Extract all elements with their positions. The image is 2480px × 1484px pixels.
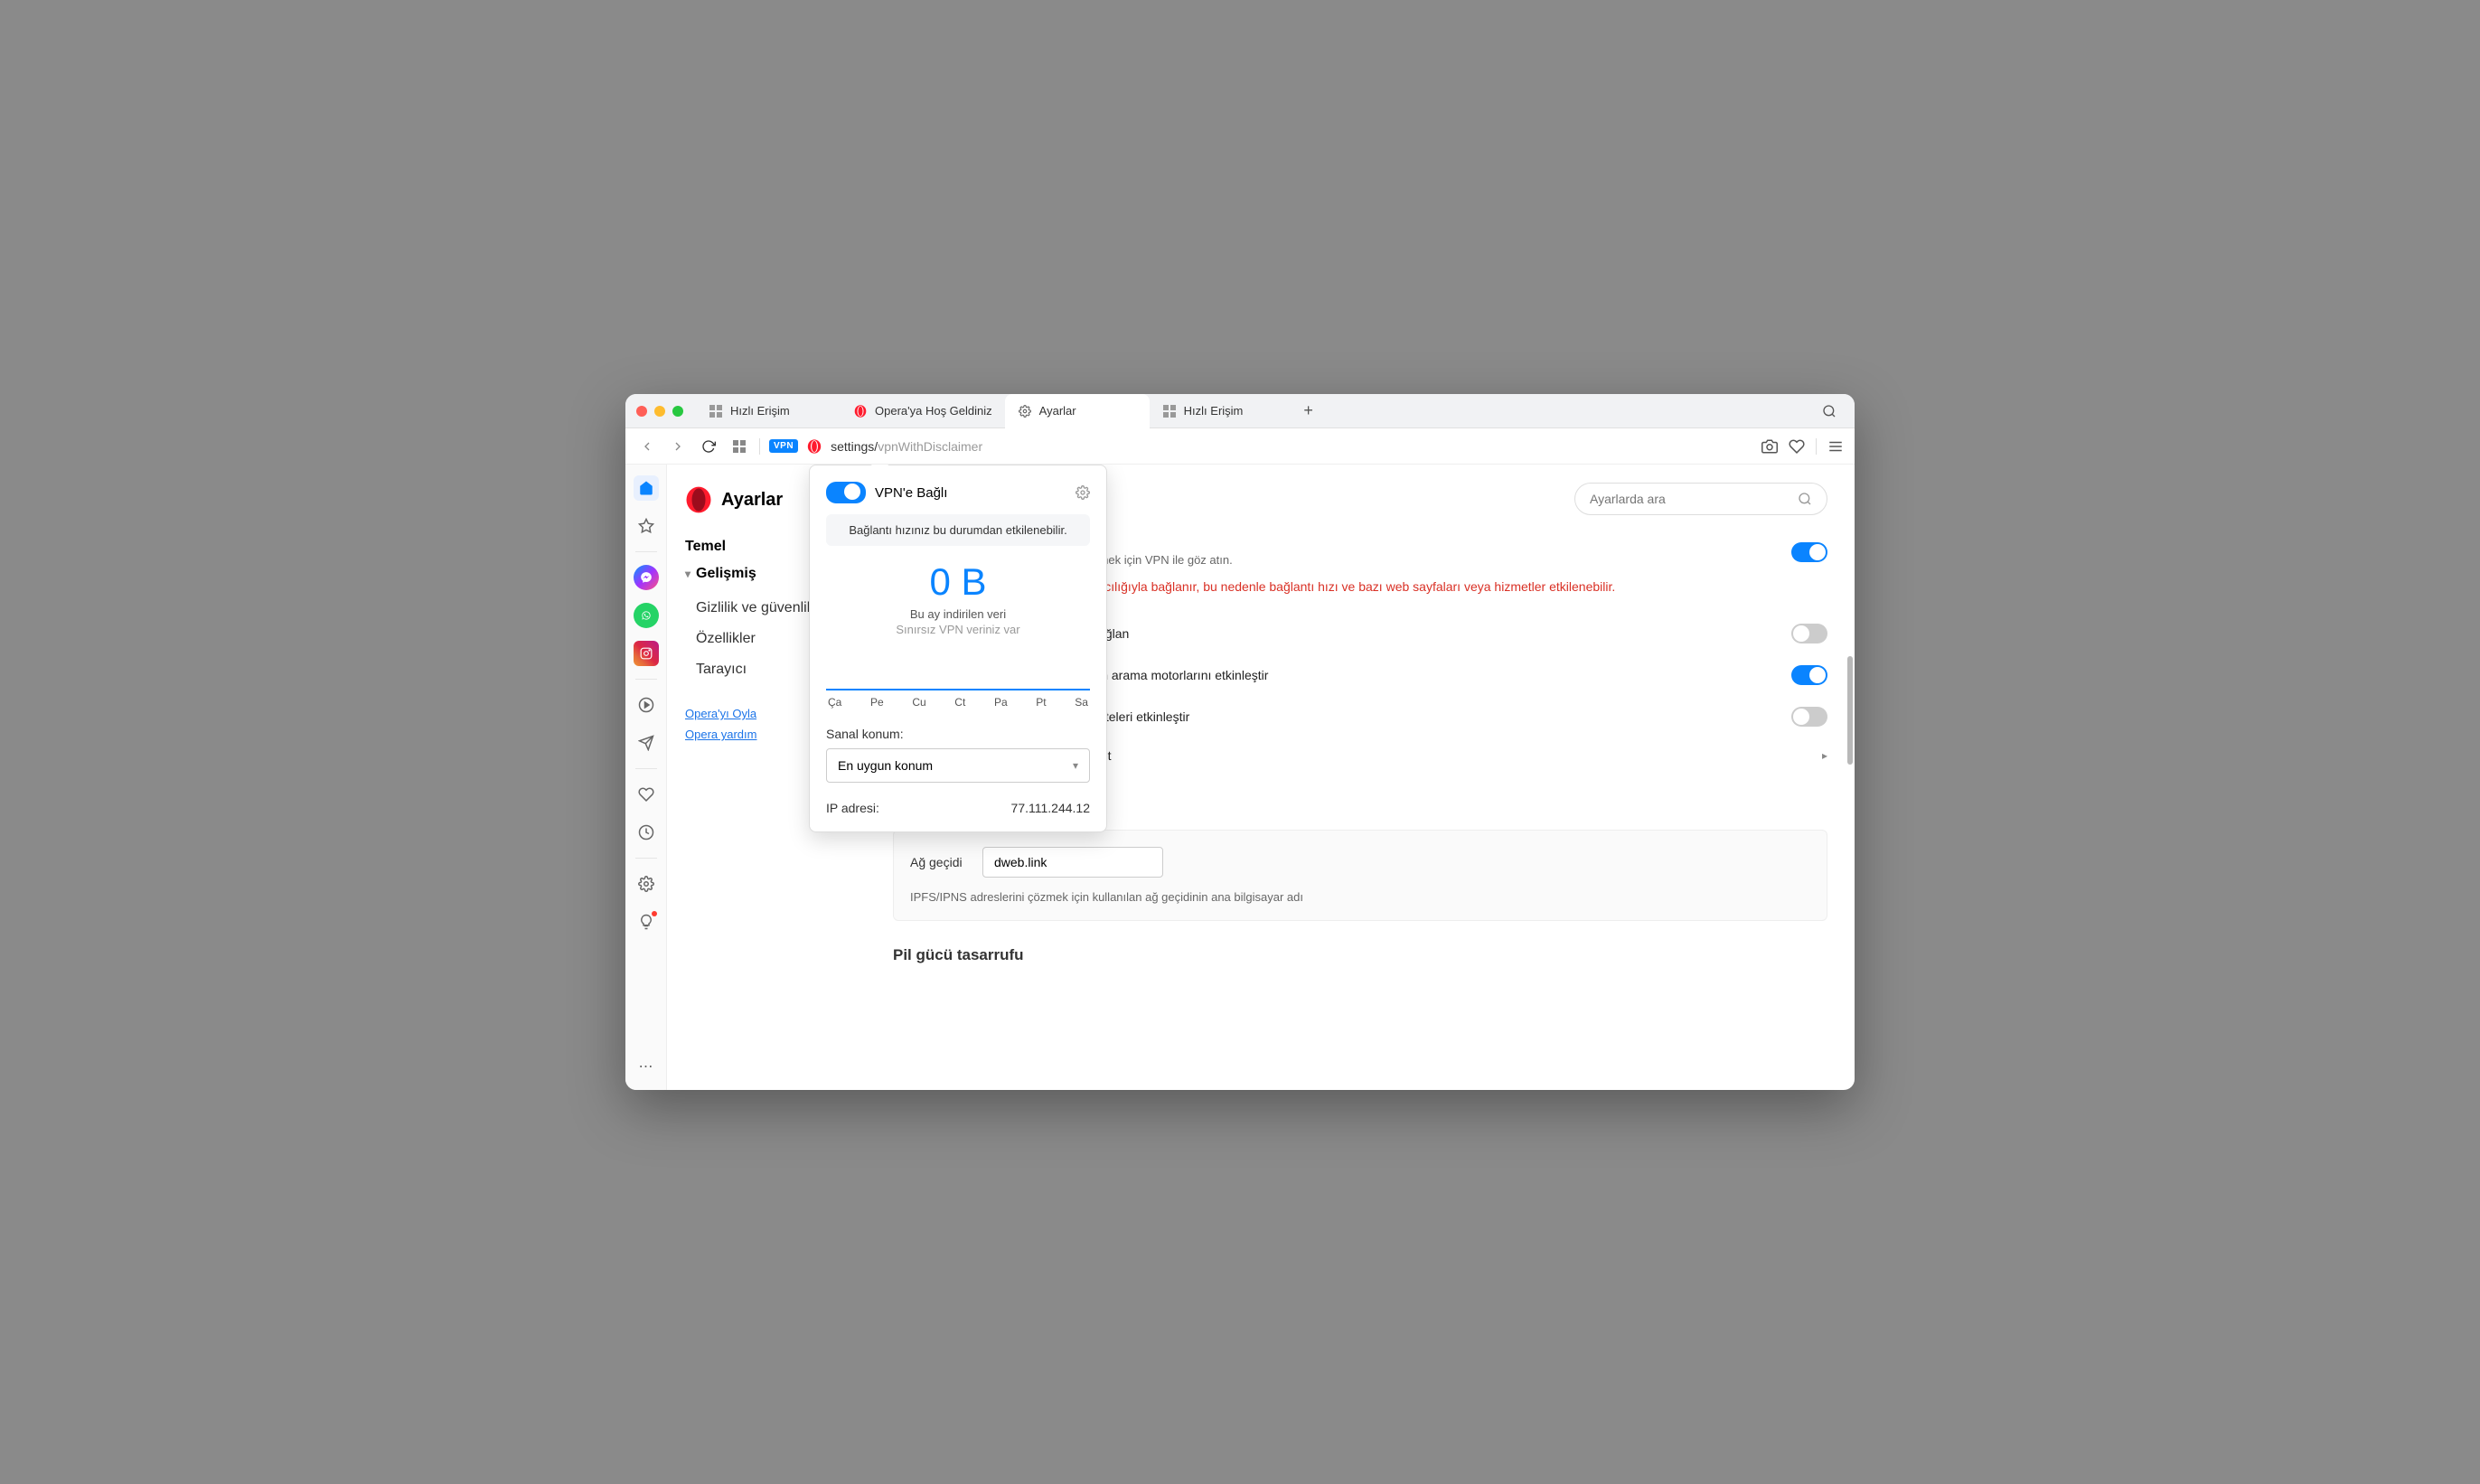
settings-content: Ayarlar Temel ▾Gelişmiş Gizlilik ve güve…	[667, 465, 1855, 1090]
day-label: Pe	[870, 696, 884, 709]
ipfs-card: Ağ geçidi IPFS/IPNS adreslerini çözmek i…	[893, 830, 1827, 921]
instagram-icon[interactable]	[634, 641, 659, 666]
vpn-popup-toggle[interactable]	[826, 482, 866, 503]
player-icon[interactable]	[634, 692, 659, 718]
back-button[interactable]	[636, 436, 658, 457]
messenger-icon[interactable]	[634, 565, 659, 590]
tab-label: Opera'ya Hoş Geldiniz	[875, 404, 992, 418]
toolbar: VPN settings/vpnWithDisclaimer	[625, 428, 1855, 465]
settings-icon	[1018, 404, 1032, 418]
opera-icon	[807, 439, 822, 454]
heart-button[interactable]	[1789, 438, 1805, 455]
bookmarks-icon[interactable]	[634, 513, 659, 539]
settings-title: Ayarlar	[721, 490, 783, 511]
features-icon[interactable]	[634, 909, 659, 935]
day-label: Ct	[954, 696, 965, 709]
vpn-ip-label: IP adresi:	[826, 801, 879, 815]
tab-search-button[interactable]	[1815, 397, 1844, 426]
tab-welcome[interactable]: Opera'ya Hoş Geldiniz	[841, 394, 1005, 428]
vpn-connect-startup-toggle[interactable]	[1791, 624, 1827, 643]
more-icon[interactable]: ⋯	[634, 1054, 659, 1079]
speed-dial-button[interactable]	[728, 436, 750, 457]
maximize-window-button[interactable]	[672, 406, 683, 417]
tab-label: Hızlı Erişim	[1184, 404, 1244, 418]
vpn-popup-unlimited: Sınırsız VPN veriniz var	[826, 623, 1090, 636]
new-tab-button[interactable]: +	[1294, 397, 1323, 426]
tab-label: Ayarlar	[1039, 404, 1076, 418]
chevron-down-icon: ▾	[1073, 759, 1078, 772]
speed-dial-icon	[1162, 404, 1177, 418]
vpn-popup-settings-icon[interactable]	[1076, 485, 1090, 500]
search-icon	[1798, 492, 1812, 506]
snapshot-button[interactable]	[1761, 438, 1778, 455]
whatsapp-icon[interactable]	[634, 603, 659, 628]
ipfs-gateway-input[interactable]	[982, 847, 1163, 878]
vpn-popup-status: VPN'e Bağlı	[875, 485, 1066, 501]
tab-settings[interactable]: Ayarlar	[1005, 394, 1150, 428]
settings-search[interactable]	[1574, 483, 1827, 515]
vpn-chart-days: Ça Pe Cu Ct Pa Pt Sa	[826, 696, 1090, 709]
vpn-ip-value: 77.111.244.12	[1011, 801, 1090, 815]
vpn-location-value: En uygun konum	[838, 758, 933, 773]
day-label: Sa	[1075, 696, 1088, 709]
chevron-down-icon: ▾	[685, 568, 690, 580]
battery-section-title: Pil gücü tasarrufu	[893, 946, 1827, 964]
home-icon[interactable]	[634, 475, 659, 501]
ipfs-desc: IPFS/IPNS adreslerini çözmek için kullan…	[910, 890, 1810, 904]
tab-speed-dial-1[interactable]: Hızlı Erişim	[696, 394, 841, 428]
pinboards-icon[interactable]	[634, 782, 659, 807]
speed-dial-icon	[709, 404, 723, 418]
chevron-right-icon: ▸	[1822, 749, 1827, 762]
window-controls	[636, 406, 683, 417]
minimize-window-button[interactable]	[654, 406, 665, 417]
address-bar[interactable]: settings/vpnWithDisclaimer	[831, 439, 982, 454]
separator	[1816, 438, 1817, 455]
vpn-popup: VPN'e Bağlı Bağlantı hızınız bu durumdan…	[809, 465, 1107, 832]
forward-button[interactable]	[667, 436, 689, 457]
vpn-bypass-search-toggle[interactable]	[1791, 665, 1827, 685]
send-icon[interactable]	[634, 730, 659, 756]
close-window-button[interactable]	[636, 406, 647, 417]
url-path: vpnWithDisclaimer	[878, 439, 982, 454]
vpn-popup-data-caption: Bu ay indirilen veri	[826, 607, 1090, 621]
tab-speed-dial-2[interactable]: Hızlı Erişim	[1150, 394, 1294, 428]
vpn-location-select[interactable]: En uygun konum ▾	[826, 748, 1090, 783]
workspace-sidebar: ⋯	[625, 465, 667, 1090]
vpn-usage-chart	[826, 654, 1090, 690]
day-label: Pa	[994, 696, 1008, 709]
vpn-bypass-intranet-toggle[interactable]	[1791, 707, 1827, 727]
day-label: Ça	[828, 696, 841, 709]
settings-sidebar-icon[interactable]	[634, 871, 659, 897]
opera-logo	[685, 486, 712, 513]
reload-button[interactable]	[698, 436, 719, 457]
ipfs-gateway-label: Ağ geçidi	[910, 855, 964, 869]
separator	[759, 438, 760, 455]
opera-icon	[853, 404, 868, 418]
history-icon[interactable]	[634, 820, 659, 845]
vpn-location-label: Sanal konum:	[826, 727, 1090, 741]
vpn-enable-toggle[interactable]	[1791, 542, 1827, 562]
url-origin: settings/	[831, 439, 878, 454]
vpn-popup-notice: Bağlantı hızınız bu durumdan etkilenebil…	[826, 514, 1090, 546]
settings-search-input[interactable]	[1590, 492, 1790, 506]
tab-label: Hızlı Erişim	[730, 404, 790, 418]
browser-window: Hızlı Erişim Opera'ya Hoş Geldiniz Ayarl…	[625, 394, 1855, 1090]
vpn-badge[interactable]: VPN	[769, 439, 798, 453]
scrollbar-thumb[interactable]	[1847, 656, 1853, 765]
day-label: Pt	[1036, 696, 1046, 709]
vpn-popup-data: 0 B	[826, 560, 1090, 604]
day-label: Cu	[912, 696, 925, 709]
easy-setup-button[interactable]	[1827, 438, 1844, 455]
tab-strip: Hızlı Erişim Opera'ya Hoş Geldiniz Ayarl…	[625, 394, 1855, 428]
